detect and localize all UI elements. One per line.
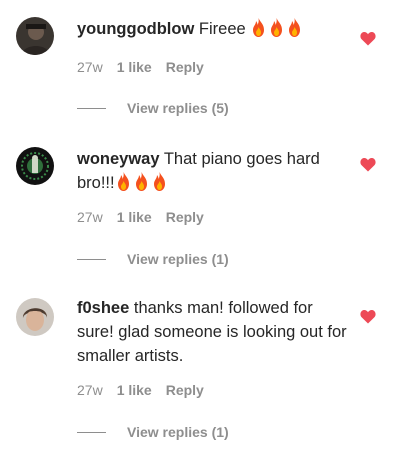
view-replies-label: View replies (5) <box>127 100 229 116</box>
view-replies-label: View replies (1) <box>127 424 229 440</box>
likes-count[interactable]: 1 like <box>117 382 152 398</box>
likes-count[interactable]: 1 like <box>117 59 152 75</box>
username-link[interactable]: younggodblow <box>77 20 194 38</box>
avatar[interactable] <box>16 17 54 55</box>
comment-text: woneyway That piano goes hard bro!!! <box>77 147 347 195</box>
fire-emoji-icon <box>250 17 267 38</box>
avatar[interactable] <box>16 298 54 336</box>
fire-emoji-icon <box>133 171 150 192</box>
comment-meta: 27w 1 like Reply <box>77 209 204 225</box>
reply-button[interactable]: Reply <box>166 209 204 225</box>
view-replies-button[interactable]: View replies (5) <box>77 100 229 116</box>
timestamp: 27w <box>77 59 103 75</box>
divider-line <box>77 258 106 260</box>
avatar[interactable] <box>16 147 54 185</box>
timestamp: 27w <box>77 209 103 225</box>
view-replies-button[interactable]: View replies (1) <box>77 424 229 440</box>
like-heart-icon[interactable] <box>360 157 376 172</box>
avatar-logo-icon <box>16 147 54 185</box>
view-replies-label: View replies (1) <box>127 251 229 267</box>
reply-button[interactable]: Reply <box>166 382 204 398</box>
fire-emoji-icon <box>286 17 303 38</box>
comment-meta: 27w 1 like Reply <box>77 59 204 75</box>
like-heart-icon[interactable] <box>360 309 376 324</box>
comment-meta: 27w 1 like Reply <box>77 382 204 398</box>
divider-line <box>77 431 106 433</box>
fire-emoji-icon <box>115 171 132 192</box>
username-link[interactable]: woneyway <box>77 150 160 168</box>
fire-emoji-icon <box>151 171 168 192</box>
avatar-photo-icon <box>16 298 54 336</box>
username-link[interactable]: f0shee <box>77 299 129 317</box>
comment-text: f0shee thanks man! followed for sure! gl… <box>77 296 347 368</box>
timestamp: 27w <box>77 382 103 398</box>
comment-text: younggodblow Fireee <box>77 17 347 41</box>
view-replies-button[interactable]: View replies (1) <box>77 251 229 267</box>
likes-count[interactable]: 1 like <box>117 209 152 225</box>
avatar-photo-icon <box>16 17 54 55</box>
fire-emoji-icon <box>268 17 285 38</box>
comment-body: Fireee <box>198 20 246 38</box>
reply-button[interactable]: Reply <box>166 59 204 75</box>
divider-line <box>77 107 106 109</box>
like-heart-icon[interactable] <box>360 31 376 46</box>
